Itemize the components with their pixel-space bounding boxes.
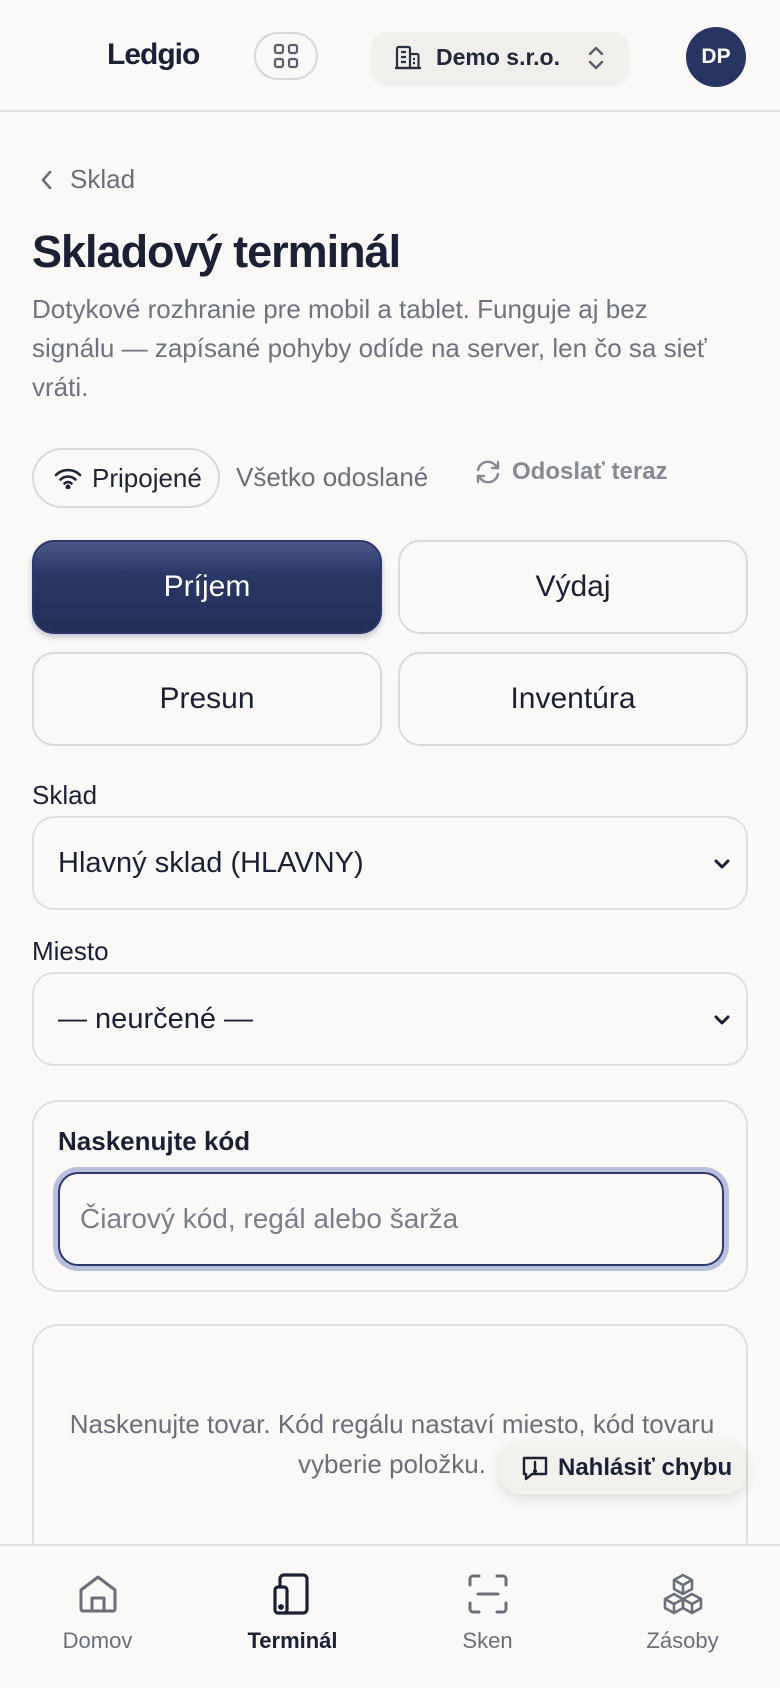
warehouse-select[interactable]: Hlavný sklad (HLAVNY) [32, 816, 748, 910]
nav-item-terminal-label: Terminál [247, 1628, 338, 1653]
warehouse-select-value: Hlavný sklad (HLAVNY) [58, 846, 364, 879]
user-avatar[interactable]: DP [686, 27, 746, 87]
scan-input[interactable] [58, 1172, 724, 1266]
connection-status-badge: Pripojené [32, 448, 220, 508]
back-link[interactable]: Sklad [40, 164, 135, 195]
report-bug-button[interactable]: Nahlásiť chybu [500, 1442, 746, 1494]
send-now-label: Odoslať teraz [512, 458, 668, 485]
boxes-icon [663, 1573, 702, 1615]
mode-issue-button[interactable]: Výdaj [398, 540, 748, 634]
apps-menu-button[interactable] [254, 32, 318, 80]
scan-label: Naskenujte kód [58, 1126, 251, 1156]
refresh-icon [476, 460, 500, 484]
back-link-label: Sklad [70, 164, 136, 194]
report-bug-label: Nahlásiť chybu [558, 1454, 733, 1481]
scan-card: Naskenujte kód [32, 1100, 748, 1292]
home-icon [79, 1575, 116, 1613]
scan-icon [468, 1574, 507, 1614]
location-select-value: — neurčené — [58, 1002, 254, 1035]
location-select[interactable]: — neurčené — [32, 972, 748, 1066]
mode-transfer-button[interactable]: Presun [32, 652, 382, 746]
chevron-down-icon [714, 1015, 730, 1025]
page-description: Dotykové rozhranie pre mobil a tablet. F… [32, 294, 707, 402]
chevron-down-icon [714, 859, 730, 869]
sync-status-text: Všetko odoslané [236, 462, 429, 492]
building-icon [395, 45, 421, 70]
warehouse-label: Sklad [32, 780, 98, 810]
nav-item-terminal[interactable]: Terminál [195, 1546, 390, 1688]
wifi-icon [54, 468, 82, 489]
grid-icon [273, 43, 299, 69]
company-name: Demo s.r.o. [436, 43, 560, 70]
connection-status-label: Pripojené [92, 462, 202, 493]
page-title: Skladový terminál [32, 226, 401, 277]
company-switcher[interactable]: Demo s.r.o. [372, 32, 628, 82]
nav-item-home[interactable]: Domov [0, 1546, 195, 1688]
tablet-icon [272, 1573, 309, 1615]
nav-item-home-label: Domov [62, 1628, 133, 1653]
chevron-up-down-icon [588, 46, 604, 70]
top-bar: Ledgio Demo s.r.o. DP [0, 0, 780, 112]
nav-item-stock-label: Zásoby [646, 1628, 719, 1653]
mode-inventory-button[interactable]: Inventúra [398, 652, 748, 746]
nav-item-scan-label: Sken [462, 1628, 513, 1653]
bottom-navigation: Domov Terminál Sken Zásoby [0, 1544, 780, 1688]
nav-item-stock[interactable]: Zásoby [585, 1546, 780, 1688]
chevron-left-icon [41, 170, 52, 189]
nav-item-scan[interactable]: Sken [390, 1546, 585, 1688]
message-alert-icon [522, 1456, 548, 1481]
send-now-button[interactable]: Odoslať teraz [474, 458, 668, 486]
brand-logo[interactable]: Ledgio [107, 38, 200, 72]
sync-status-row: Pripojené Všetko odoslané Odoslať teraz [32, 448, 752, 508]
location-label: Miesto [32, 936, 109, 966]
mode-receipt-button[interactable]: Príjem [32, 540, 382, 634]
